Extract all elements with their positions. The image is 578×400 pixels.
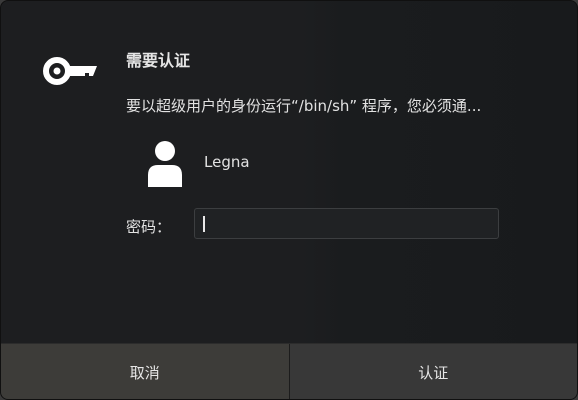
authenticate-button[interactable]: 认证	[289, 344, 577, 399]
dialog-message: 要以超级用户的身份运行“/bin/sh” 程序，您必须通...	[126, 97, 482, 115]
cancel-button[interactable]: 取消	[1, 344, 290, 399]
password-label: 密码：	[126, 218, 172, 236]
key-icon	[43, 57, 97, 85]
password-field[interactable]	[194, 208, 499, 239]
button-bar: 取消 认证	[1, 343, 577, 399]
text-caret	[203, 216, 205, 232]
user-icon	[148, 141, 182, 187]
authentication-dialog: 需要认证 要以超级用户的身份运行“/bin/sh” 程序，您必须通... Leg…	[0, 0, 578, 400]
username-label: Legna	[204, 153, 250, 171]
dialog-title: 需要认证	[126, 51, 191, 70]
